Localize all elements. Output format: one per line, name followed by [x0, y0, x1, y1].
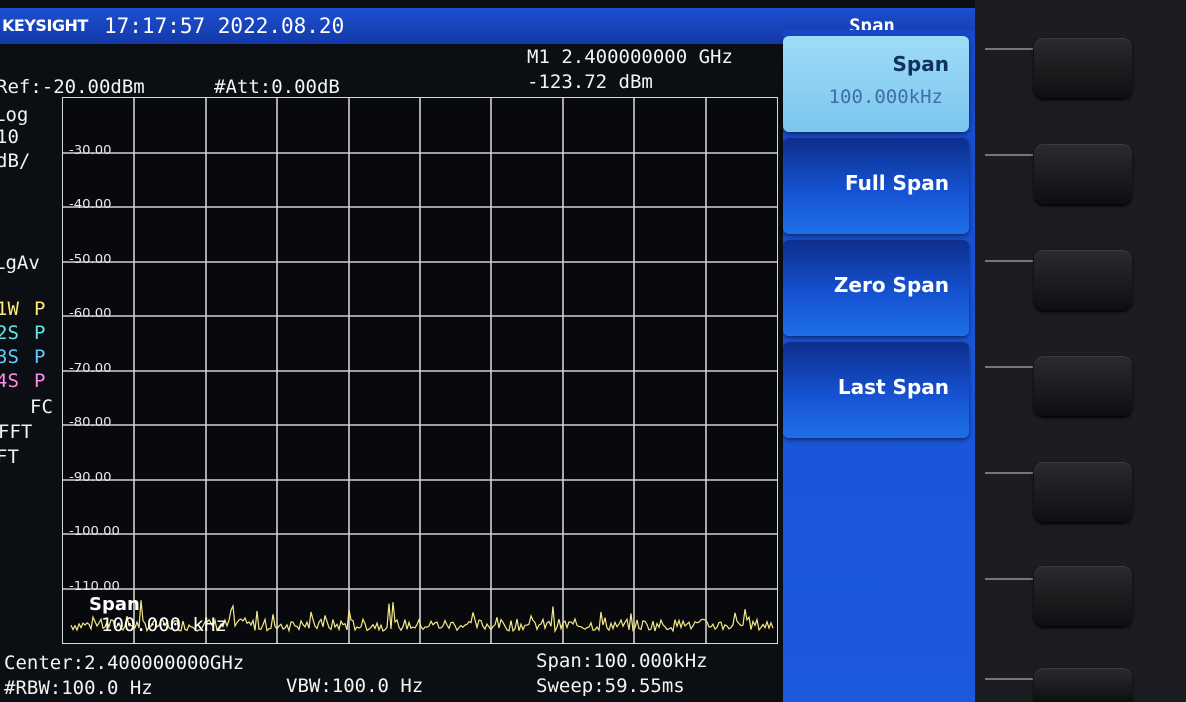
marker-level: -123.72 dBm: [527, 71, 653, 93]
y-axis-label: -40.00: [69, 197, 112, 211]
hardware-softkey-2[interactable]: [1034, 144, 1132, 204]
bezel-mark: [985, 366, 1033, 368]
full-span-softkey[interactable]: Full Span: [783, 138, 969, 234]
full-span-label: Full Span: [844, 171, 949, 195]
y-axis-label: -80.00: [69, 415, 112, 429]
center-frequency: Center:2.400000000GHz: [4, 652, 245, 674]
left-annotation: LgAv: [0, 252, 40, 274]
span-softkey-value: 100.000kHz: [828, 86, 943, 108]
marker-frequency: M1 2.400000000 GHz: [527, 46, 733, 68]
hardware-softkey-7[interactable]: [1034, 668, 1132, 702]
hardware-softkey-3[interactable]: [1034, 250, 1132, 310]
bezel-mark: [985, 48, 1033, 50]
hardware-softkey-5[interactable]: [1034, 462, 1132, 522]
left-annotation: FC: [30, 396, 53, 418]
span-overlay-value: 100.000 kHz: [101, 614, 227, 636]
vbw: VBW:100.0 Hz: [286, 675, 424, 697]
bezel-mark: [985, 472, 1033, 474]
trace-detector-flag: P: [34, 346, 46, 368]
trace-detector-flag: P: [34, 322, 46, 344]
hardware-softkey-6[interactable]: [1034, 566, 1132, 626]
bezel-mark: [985, 678, 1033, 680]
spectrum-plot: -30.00 -40.00 -50.00 -60.00 -70.00 -80.00 -90.…: [62, 97, 778, 644]
spectrum-graticule: [63, 98, 777, 643]
y-axis-label: -30.00: [69, 143, 112, 157]
span-overlay-label: Span: [89, 594, 140, 615]
y-axis-label: -90.00: [69, 470, 112, 484]
span-softkey[interactable]: Span 100.000kHz: [783, 36, 969, 132]
left-annotation: Log: [0, 104, 29, 126]
left-annotation: FT: [0, 446, 19, 468]
ref-level: Ref:-20.00dBm: [0, 76, 145, 98]
y-axis-label: -60.00: [69, 306, 112, 320]
left-annotation: 3S: [0, 346, 19, 368]
datetime-display: 17:17:57 2022.08.20: [104, 14, 345, 38]
last-span-label: Last Span: [837, 375, 949, 399]
zero-span-softkey[interactable]: Zero Span: [783, 240, 969, 336]
hardware-softkey-1[interactable]: [1034, 38, 1132, 98]
last-span-softkey[interactable]: Last Span: [783, 342, 969, 438]
keysight-logo: KEYSIGHT: [2, 16, 88, 35]
bezel-mark: [985, 154, 1033, 156]
left-annotation: FFT: [0, 421, 33, 443]
left-annotation: 1W: [0, 298, 19, 320]
bezel-mark: [985, 260, 1033, 262]
y-axis-label: -70.00: [69, 361, 112, 375]
hardware-softkey-4[interactable]: [1034, 356, 1132, 416]
y-axis-label: -100.00: [69, 524, 120, 538]
span-softkey-label: Span: [892, 52, 949, 76]
attenuation: #Att:0.00dB: [214, 76, 340, 98]
left-annotation: 2S: [0, 322, 19, 344]
left-annotation: 10: [0, 126, 19, 148]
zero-span-label: Zero Span: [833, 273, 949, 297]
sweep-time: Sweep:59.55ms: [536, 675, 685, 697]
bezel-mark: [985, 578, 1033, 580]
span-readout: Span:100.000kHz: [536, 650, 708, 672]
trace-detector-flag: P: [34, 370, 46, 392]
left-annotation: dB/: [0, 150, 31, 172]
trace-detector-flag: P: [34, 298, 46, 320]
rbw: #RBW:100.0 Hz: [4, 677, 153, 699]
y-axis-label: -110.00: [69, 579, 120, 593]
left-annotation: 4S: [0, 370, 19, 392]
y-axis-label: -50.00: [69, 252, 112, 266]
